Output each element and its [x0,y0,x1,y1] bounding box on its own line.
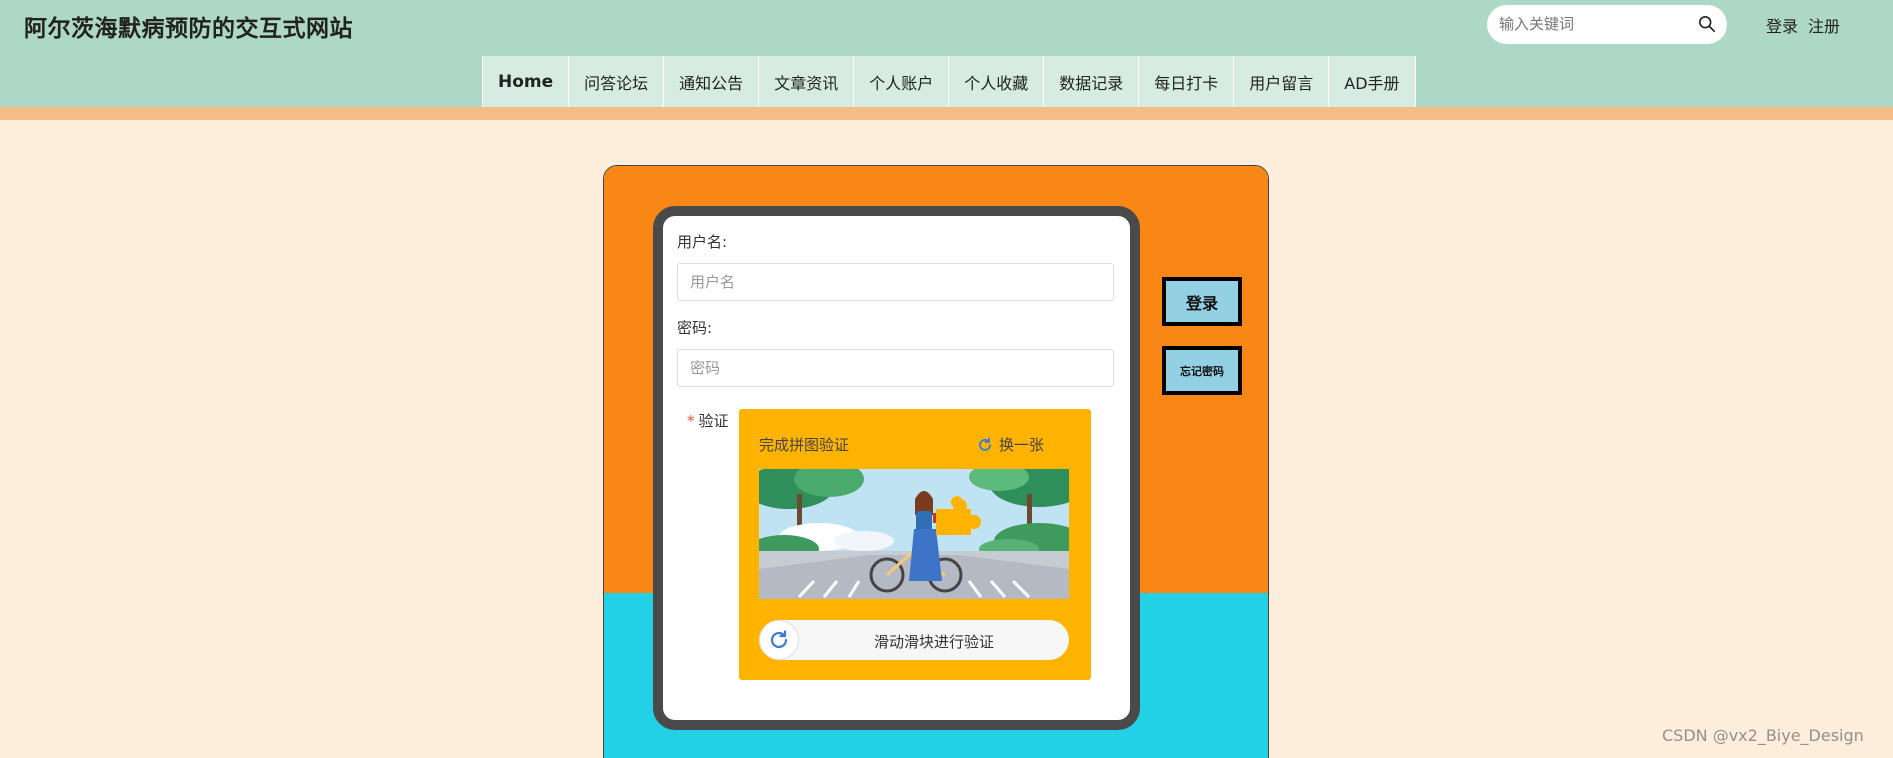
register-link[interactable]: 注册 [1808,17,1840,36]
header-divider [0,107,1893,120]
puzzle-captcha: 完成拼图验证 换一张 滑动滑块进行验证 [739,409,1091,680]
top-header: 阿尔茨海默病预防的交互式网站 登录注册 Home 问答论坛 通知公告 文章资讯 … [0,0,1893,107]
forgot-password-button[interactable]: 忘记密码 [1162,346,1242,395]
nav-item-home[interactable]: Home [482,56,569,107]
main-nav: Home 问答论坛 通知公告 文章资讯 个人账户 个人收藏 数据记录 每日打卡 … [482,56,1416,107]
nav-item-favorites[interactable]: 个人收藏 [948,56,1044,107]
slider-hint-text: 滑动滑块进行验证 [873,633,994,651]
site-title: 阿尔茨海默病预防的交互式网站 [24,16,353,42]
password-input[interactable] [677,349,1114,387]
verify-label-wrap: * 验证 [687,410,729,431]
login-button[interactable]: 登录 [1162,277,1242,326]
auth-links: 登录 注册 [1766,13,1850,37]
nav-item-ad-manual[interactable]: AD手册 [1328,56,1416,107]
captcha-refresh-button[interactable]: 换一张 [977,434,1044,455]
login-card: 用户名: 密码: *验证 完成拼图验证 换一张 [603,165,1269,758]
search-box [1487,5,1727,44]
captcha-image [759,469,1069,599]
nav-item-data-records[interactable]: 数据记录 [1043,56,1139,107]
login-link[interactable]: 登录 [1766,17,1798,36]
nav-item-account[interactable]: 个人账户 [853,56,949,107]
captcha-illustration [759,469,1069,599]
watermark: CSDN @vx2_Biye_Design [1662,726,1864,745]
verify-label: 验证 [698,412,729,430]
slider-refresh-icon [770,630,788,649]
captcha-refresh-label: 换一张 [999,436,1045,454]
refresh-icon [979,437,991,451]
search-icon[interactable] [1698,15,1716,33]
captcha-title: 完成拼图验证 [759,436,850,454]
nav-item-notices[interactable]: 通知公告 [663,56,759,107]
nav-item-articles[interactable]: 文章资讯 [758,56,854,107]
login-form-panel: 用户名: 密码: *验证 完成拼图验证 换一张 [653,206,1140,730]
captcha-slider-handle[interactable] [759,620,799,660]
search-input[interactable] [1499,13,1689,35]
nav-item-forum[interactable]: 问答论坛 [568,56,664,107]
nav-item-messages[interactable]: 用户留言 [1233,56,1329,107]
required-mark: * [687,412,695,430]
password-label: 密码: [677,319,713,337]
username-label: 用户名: [677,233,728,251]
username-input[interactable] [677,263,1114,301]
captcha-slider-track[interactable]: 滑动滑块进行验证 [759,620,1069,660]
nav-item-checkin[interactable]: 每日打卡 [1138,56,1234,107]
